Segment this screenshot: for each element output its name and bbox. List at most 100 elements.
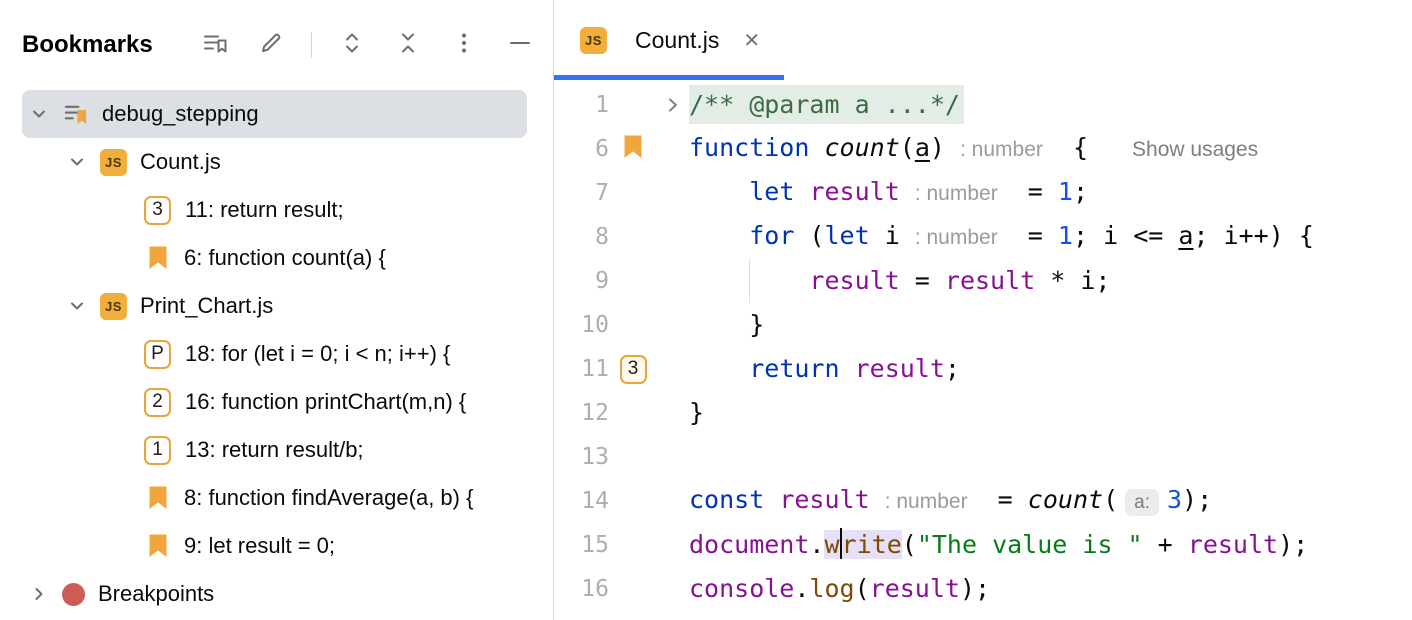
code-token [764, 485, 779, 514]
code-token: = [900, 266, 945, 295]
edit-description-button[interactable] [255, 29, 287, 61]
code-token: count [1028, 485, 1103, 514]
code-token [689, 354, 749, 383]
bookmarks-panel-header: Bookmarks [0, 0, 553, 90]
code-token: result [870, 574, 960, 603]
line-number: 1 [554, 92, 609, 118]
code-token: const [689, 485, 764, 514]
code-token: let [824, 221, 869, 250]
tree-item-9-let-result-0[interactable]: 9: let result = 0; [22, 522, 527, 570]
tree-item-label: 11: return result; [185, 197, 344, 223]
tree-item-breakpoints[interactable]: Breakpoints [22, 570, 527, 618]
chevron-down-icon[interactable] [28, 103, 50, 125]
tree-item-8-function-findaverage-a-b[interactable]: 8: function findAverage(a, b) { [22, 474, 527, 522]
panel-title: Bookmarks [22, 31, 153, 59]
tree-item-label: Breakpoints [98, 581, 214, 607]
chevron-right-icon[interactable] [28, 583, 50, 605]
code-line-7[interactable]: 7 let result : number = 1; [554, 171, 1412, 215]
line-number: 8 [554, 224, 609, 250]
code-line-12[interactable]: 12} [554, 391, 1412, 435]
gutter[interactable] [609, 134, 657, 164]
tree-item-6-function-count-a[interactable]: 6: function count(a) { [22, 234, 527, 282]
code-token: result [779, 485, 869, 514]
code-token: ( [900, 133, 915, 162]
code-editor[interactable]: 1 /** @param a ...*/ 6 function count(a) : … [554, 80, 1412, 620]
code-token: result [809, 177, 899, 206]
code-token: 1 [1058, 177, 1073, 206]
hide-panel-button[interactable] [504, 29, 536, 61]
code-text: const result : number = count(a:3); [689, 478, 1212, 525]
line-number: 12 [554, 400, 609, 426]
code-token: 1 [1058, 221, 1073, 250]
show-usages-link[interactable]: Show usages [1132, 138, 1258, 161]
chevron-down-icon[interactable] [66, 295, 88, 317]
editor-panel: JS Count.js ✕ 1 /** @param a ...*/ 6 functi… [554, 0, 1412, 620]
tree-item-label: 18: for (let i = 0; i < n; i++) { [185, 341, 450, 367]
code-token [870, 485, 885, 514]
line-number: 6 [554, 136, 609, 162]
code-text: /** @param a ...*/ [689, 83, 964, 127]
code-line-13[interactable]: 13 [554, 435, 1412, 479]
code-token: /** @param a ...*/ [689, 85, 964, 124]
tree-item-label: 6: function count(a) { [184, 245, 386, 271]
tree-item-print-chart-js[interactable]: JSPrint_Chart.js [22, 282, 527, 330]
code-line-15[interactable]: 15document.write("The value is " + resul… [554, 523, 1412, 567]
code-text: result = result * i; [689, 259, 1110, 303]
code-token: ; [1073, 221, 1103, 250]
code-line-6[interactable]: 6 function count(a) : number {Show usages [554, 127, 1412, 171]
code-text: function count(a) : number {Show usages [689, 126, 1258, 172]
bookmark-icon [144, 484, 171, 512]
tree-item-label: 13: return result/b; [185, 437, 364, 463]
code-token: ++) { [1239, 221, 1314, 250]
new-bookmark-list-button[interactable] [199, 29, 231, 61]
code-token: = [998, 177, 1058, 206]
code-text: return result; [689, 347, 960, 391]
code-line-9[interactable]: 9 result = result * i; [554, 259, 1412, 303]
code-token: } [689, 310, 764, 339]
more-options-button[interactable] [448, 29, 480, 61]
tree-item-label: 8: function findAverage(a, b) { [184, 485, 473, 511]
code-token: rite [842, 530, 902, 559]
code-line-11[interactable]: 11 3 return result; [554, 347, 1412, 391]
editor-tab-bar: JS Count.js ✕ [554, 0, 1412, 80]
pencil-icon [257, 29, 285, 62]
code-text: } [689, 391, 704, 435]
type-inlay-hint: : number [915, 226, 998, 249]
bookmark-list-icon [62, 100, 89, 128]
code-token: ( [794, 221, 824, 250]
code-line-14[interactable]: 14const result : number = count(a:3); [554, 479, 1412, 523]
expand-all-button[interactable] [336, 29, 368, 61]
code-line-1[interactable]: 1 /** @param a ...*/ [554, 83, 1412, 127]
tree-item-13-return-result-b[interactable]: 113: return result/b; [22, 426, 527, 474]
line-number: 10 [554, 312, 609, 338]
code-token: i [1103, 221, 1118, 250]
collapse-all-button[interactable] [392, 29, 424, 61]
tree-item-label: Count.js [140, 149, 221, 175]
code-text: } [689, 303, 764, 347]
code-token: ); [960, 574, 990, 603]
tree-item-18-for-let-i-0-i-n-i[interactable]: P18: for (let i = 0; i < n; i++) { [22, 330, 527, 378]
line-number: 11 [554, 356, 609, 382]
tree-item-11-return-result[interactable]: 311: return result; [22, 186, 527, 234]
tree-item-debug-stepping[interactable]: debug_stepping [22, 90, 527, 138]
code-token: result [1188, 530, 1278, 559]
code-line-16[interactable]: 16console.log(result); [554, 567, 1412, 611]
code-line-8[interactable]: 8 for (let i : number = 1; i <= a; i++) … [554, 215, 1412, 259]
tree-item-16-function-printchart-m-n[interactable]: 216: function printChart(m,n) { [22, 378, 527, 426]
code-token: + [1143, 530, 1188, 559]
code-token: ; [1073, 177, 1088, 206]
chevron-down-icon[interactable] [66, 151, 88, 173]
fold-arrow-icon[interactable] [657, 95, 689, 115]
code-line-10[interactable]: 10 } [554, 303, 1412, 347]
bookmark-mnemonic-badge: 3 [620, 355, 647, 384]
bookmark-mnemonic-badge: 2 [144, 388, 171, 417]
gutter[interactable]: 3 [609, 355, 657, 384]
tab-label: Count.js [635, 27, 719, 54]
code-token: w [824, 530, 839, 559]
close-tab-icon[interactable]: ✕ [743, 28, 760, 53]
js-file-icon: JS [580, 27, 607, 54]
code-token: return [749, 354, 839, 383]
tree-item-count-js[interactable]: JSCount.js [22, 138, 527, 186]
tab-count-js[interactable]: JS Count.js ✕ [554, 0, 784, 80]
code-token: result [809, 266, 899, 295]
